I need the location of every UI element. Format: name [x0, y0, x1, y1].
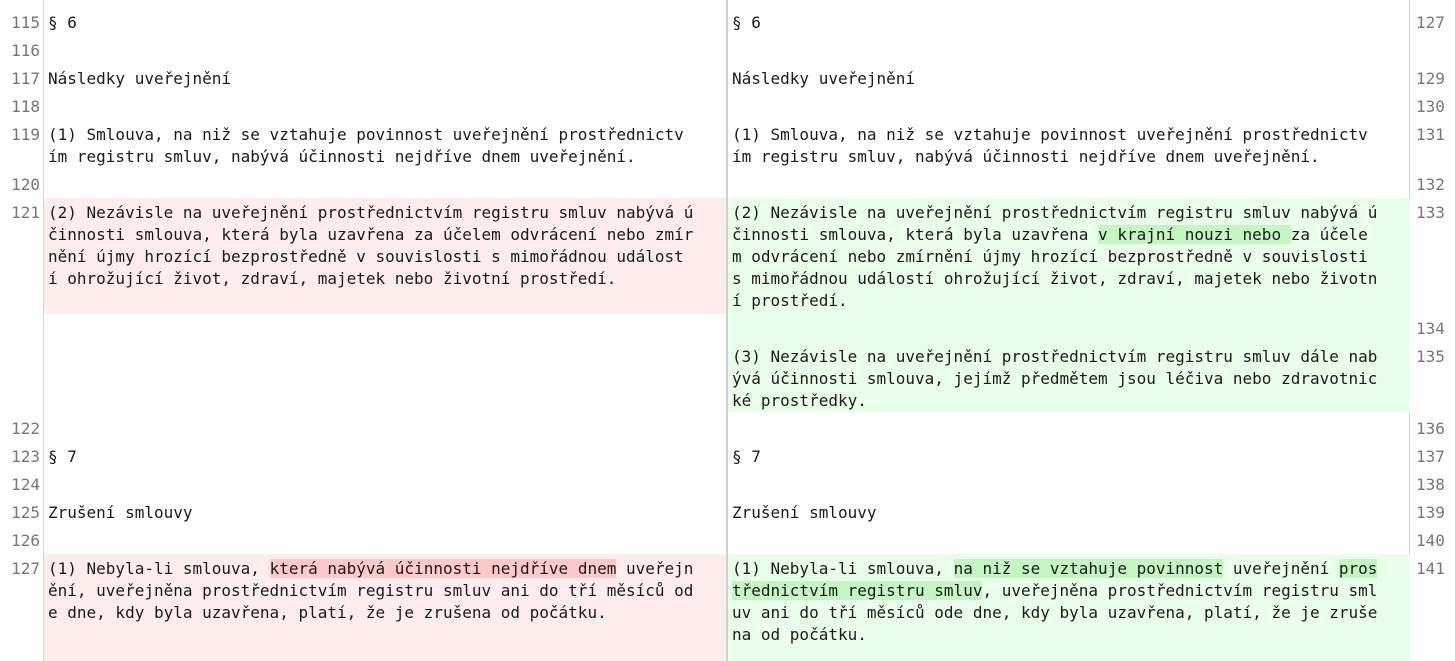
text-span: (1) Nebyla-li smlouva,	[732, 559, 954, 578]
code-line: (3) Nezávisle na uveřejnění prostřednict…	[732, 347, 1378, 366]
line-number: 127	[1416, 13, 1445, 32]
code-line: ím registru smluv, nabývá účinnosti nejd…	[48, 147, 636, 166]
inserted-text: na niž se vztahuje povinnost	[953, 559, 1224, 578]
line-number: 123	[11, 447, 40, 466]
line-number: 131	[1416, 125, 1445, 144]
line-number: 130	[1416, 97, 1445, 116]
code-line: ím registru smluv, nabývá účinnosti nejd…	[732, 147, 1320, 166]
inserted-text: pros	[1338, 559, 1378, 578]
line-number: 122	[11, 419, 40, 438]
inserted-text: třednictvím registru smluv	[732, 581, 983, 600]
code-line: e dne, kdy byla uzavřena, platí, že je z…	[48, 603, 607, 622]
line-number: 115	[11, 13, 40, 32]
line-number: 135	[1416, 347, 1445, 366]
code-line: § 6	[732, 13, 761, 32]
line-number: 129	[1416, 69, 1445, 88]
line-number: 124	[11, 475, 40, 494]
code-line: í ohrožující život, zdraví, majetek nebo…	[48, 269, 617, 288]
text-span: uveřejn	[616, 559, 694, 578]
line-number: 119	[11, 125, 40, 144]
line-number: 134	[1416, 319, 1445, 338]
code-line: Následky uveřejnění	[732, 69, 916, 88]
code-line: í prostředí.	[732, 291, 848, 310]
text-span: (1) Nebyla-li smlouva,	[48, 559, 270, 578]
code-line: (2) Nezávisle na uveřejnění prostřednict…	[48, 203, 694, 222]
code-line: uv ani do tří měsíců ode dne, kdy byla u…	[732, 603, 1378, 622]
code-line: (1) Nebyla-li smlouva, která nabývá účin…	[44, 558, 726, 580]
code-line: Zrušení smlouvy	[48, 503, 193, 522]
line-number: 118	[11, 97, 40, 116]
line-number: 120	[11, 175, 40, 194]
code-line: (2) Nezávisle na uveřejnění prostřednict…	[732, 203, 1378, 222]
line-number: 141	[1416, 559, 1445, 578]
code-line: činnosti smlouva, která byla uzavřena za…	[48, 225, 694, 244]
line-number: 116	[11, 41, 40, 60]
text-span: za účele	[1290, 225, 1368, 244]
code-line: § 6	[48, 13, 77, 32]
line-number: 138	[1416, 475, 1445, 494]
line-number: 136	[1416, 419, 1445, 438]
code-line: ývá účinnosti smlouva, jejímž předmětem …	[732, 369, 1378, 388]
line-number: 126	[11, 531, 40, 550]
line-number: 125	[11, 503, 40, 522]
code-line: § 7	[48, 447, 77, 466]
line-number: 132	[1416, 175, 1445, 194]
text-span: uveřejnění	[1223, 559, 1339, 578]
inserted-text: v krajní nouzi nebo	[1098, 225, 1291, 244]
line-number: 133	[1416, 203, 1445, 222]
code-line: třednictvím registru smluv, uveřejněna p…	[728, 580, 1410, 602]
code-line: nění újmy hrozící bezprostředně v souvis…	[48, 247, 684, 266]
code-line: Následky uveřejnění	[48, 69, 232, 88]
line-number: 139	[1416, 503, 1445, 522]
deleted-text: která nabývá účinnosti nejdříve dnem	[269, 559, 617, 578]
code-line: ění, uveřejněna prostřednictvím registru…	[48, 581, 694, 600]
code-line: (1) Smlouva, na niž se vztahuje povinnos…	[732, 125, 1368, 144]
text-span: , uveřejněna prostřednictvím registru sm…	[982, 581, 1378, 600]
code-line: § 7	[732, 447, 761, 466]
line-number: 127	[11, 559, 40, 578]
code-line: s mimořádnou událostí ohrožující život, …	[732, 269, 1378, 288]
text-span: činnosti smlouva, která byla uzavřena	[732, 225, 1099, 244]
code-line: (1) Nebyla-li smlouva, na niž se vztahuj…	[728, 558, 1410, 580]
code-line: ké prostředky.	[732, 391, 867, 410]
line-number: 117	[11, 69, 40, 88]
line-number: 121	[11, 203, 40, 222]
code-line: (1) Smlouva, na niž se vztahuje povinnos…	[48, 125, 684, 144]
line-number: 140	[1416, 531, 1445, 550]
code-line: Zrušení smlouvy	[732, 503, 877, 522]
code-line: na od počátku.	[732, 625, 867, 644]
code-line: m odvrácení nebo zmírnění újmy hrozící b…	[732, 247, 1368, 266]
code-line: činnosti smlouva, která byla uzavřena v …	[728, 224, 1410, 246]
line-number: 137	[1416, 447, 1445, 466]
